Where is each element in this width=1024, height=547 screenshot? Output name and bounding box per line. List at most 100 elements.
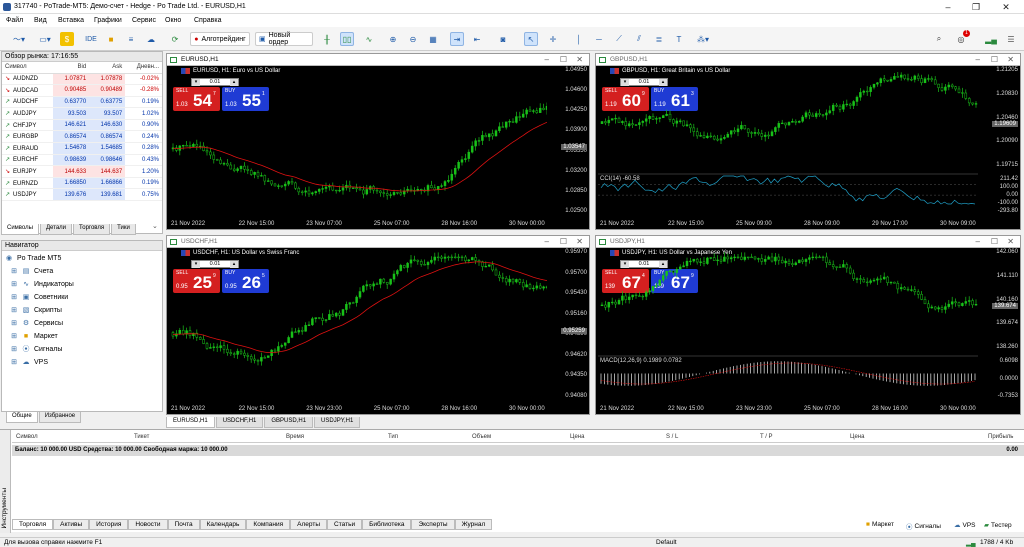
toolbox-tab[interactable]: Библиотека [362,519,412,530]
column-header[interactable]: Дневн... [125,62,162,74]
toolbox-tab[interactable]: Активы [53,519,90,530]
column-header[interactable]: Тип [388,434,398,440]
tester-link[interactable]: ▰ Тестер [984,521,1012,530]
column-header[interactable]: Bid [53,62,90,74]
toolbox-tab[interactable]: Календарь [199,519,247,530]
navigator-item-vps[interactable]: ⊞ ☁ VPS [10,358,48,367]
expand-icon[interactable]: ⊞ [10,319,18,327]
navigator-root[interactable]: ◉ Po Trade MT5 [5,254,61,263]
shopping-bag-icon[interactable]: ■ [104,32,118,46]
ide-button[interactable]: IDE [84,32,98,46]
text-tool-icon[interactable]: T [672,32,686,46]
market-watch-row[interactable]: ↗ CHFJPY 146.621 146.630 0.90% [2,119,162,132]
zoom-in-icon[interactable]: ⊕ [386,32,400,46]
balance-row[interactable]: Баланс: 10 000.00 USD Средства: 10 000.0… [12,445,1024,456]
toolbox-tab[interactable]: История [89,519,129,530]
tab-trading[interactable]: Торговля [73,224,111,235]
navigator-item-experts[interactable]: ⊞ ▣ Советники [10,293,68,302]
chart-tab-usdjpy[interactable]: USDJPY,H1 [314,417,361,428]
tab-favorites[interactable]: Избранное [38,412,82,423]
navigator-item-market[interactable]: ⊞ ■ Маркет [10,332,58,341]
tab-common[interactable]: Общие [6,412,38,423]
chart-tab-usdchf[interactable]: USDCHF,H1 [215,417,264,428]
close-icon[interactable]: ✕ [576,237,583,246]
chart-title-bar[interactable]: GBPUSD,H1 – ☐ ✕ [596,54,1020,66]
horizontal-line-icon[interactable]: ─ [592,32,606,46]
minimize-icon[interactable]: – [545,55,549,64]
minimize-icon[interactable]: – [976,237,980,246]
trendline-icon[interactable]: ⟋ [612,32,626,46]
expand-icon[interactable]: ⊞ [10,267,18,275]
menu-help[interactable]: Справка [194,17,221,24]
expand-icon[interactable]: ⊞ [10,332,18,340]
shapes-icon[interactable]: ⁂▾ [692,32,714,46]
column-header[interactable]: S / L [666,434,678,440]
column-header[interactable]: T / P [760,434,773,440]
market-link[interactable]: ■ Маркет [866,521,894,528]
market-watch-row[interactable]: ↘ AUDNZD 1.07871 1.07878 -0.02% [2,73,162,86]
market-watch-row[interactable]: ↗ USDJPY 139.676 139.681 0.75% [2,188,162,202]
candlestick-icon[interactable]: ▯▯ [340,32,354,46]
chart-window[interactable]: USDJPY,H1 – ☐ ✕ USDJPY, H1: US Dollar vs … [595,235,1021,415]
menu-insert[interactable]: Вставка [58,17,84,24]
navigator-item-accounts[interactable]: ⊞ ▤ Счета [10,267,53,276]
navigator-item-indicators[interactable]: ⊞ ∿ Индикаторы [10,280,74,289]
chart-tab-gbpusd[interactable]: GBPUSD,H1 [264,417,314,428]
fibonacci-icon[interactable]: ≣ [652,32,666,46]
market-watch-row[interactable]: ↗ EURNZD 1.66850 1.66866 0.19% [2,177,162,190]
maximize-icon[interactable]: ❐ [966,2,986,13]
refresh-icon[interactable]: ⟳ [168,32,182,46]
menu-window[interactable]: Окно [165,17,181,24]
expand-icon[interactable]: ⊞ [10,280,18,288]
vertical-line-icon[interactable]: │ [572,32,586,46]
chart-title-bar[interactable]: USDCHF,H1 – ☐ ✕ [167,236,589,248]
toolbox-tab[interactable]: Торговля [12,519,54,530]
toolbox-tab[interactable]: Алерты [290,519,328,530]
dollar-icon[interactable]: $ [60,32,74,46]
navigator-item-signals[interactable]: ⊞ ⦿ Сигналы [10,345,62,354]
menu-tools[interactable]: Сервис [132,17,156,24]
market-watch-row[interactable]: ↗ EURCHF 0.98639 0.98646 0.43% [2,154,162,167]
cursor-icon[interactable]: ↖ [524,32,538,46]
expand-icon[interactable]: ⊞ [10,293,18,301]
market-watch-row[interactable]: ↗ EURGBP 0.86574 0.86574 0.24% [2,130,162,144]
close-icon[interactable]: ✕ [576,55,583,64]
toolbox-tab[interactable]: Новости [128,519,168,530]
market-watch-row[interactable]: ↗ EURAUD 1.54678 1.54685 0.28% [2,142,162,155]
zoom-out-icon[interactable]: ⊖ [406,32,420,46]
maximize-icon[interactable]: ☐ [991,237,998,246]
bar-chart-icon[interactable]: ╫ [320,32,334,46]
chart-type-icon[interactable]: 〜▾ [8,32,30,46]
close-icon[interactable]: ✕ [1007,55,1014,64]
tab-ticks[interactable]: Тики [111,224,136,235]
chart-window[interactable]: USDCHF,H1 – ☐ ✕ USDCHF, H1: US Dollar vs … [166,235,590,415]
channel-icon[interactable]: ⫽ [632,32,646,46]
search-icon[interactable]: ⌕ [932,32,946,46]
signals-icon[interactable]: ≡ [124,32,138,46]
maximize-icon[interactable]: ☐ [560,55,567,64]
toolbox-tab[interactable]: Статьи [327,519,363,530]
expand-icon[interactable]: ⊞ [10,358,18,366]
toolbox-side-tab[interactable]: Инструменты [0,430,11,533]
line-chart-icon[interactable]: ∿ [362,32,376,46]
chart-window[interactable]: GBPUSD,H1 – ☐ ✕ GBPUSD, H1: Great Britain… [595,53,1021,230]
crosshair-icon[interactable]: ✛ [546,32,560,46]
column-header[interactable]: Прибыль [988,434,1013,440]
close-icon[interactable]: ✕ [996,2,1016,13]
column-header[interactable]: Время [286,434,304,440]
menu-charts[interactable]: Графики [94,17,122,24]
navigator-item-scripts[interactable]: ⊞ ▧ Скрипты [10,306,62,315]
minimize-icon[interactable]: – [938,2,958,12]
collapse-icon[interactable]: ⌄ [152,222,158,230]
column-header[interactable]: Цена [850,434,864,440]
timeframe-icon[interactable]: ▭▾ [34,32,56,46]
column-header[interactable]: Символ [16,434,38,440]
market-watch-row[interactable]: ↗ AUDCHF 0.63770 0.63775 0.19% [2,96,162,109]
notifications-icon[interactable]: ◎ 1 [954,30,970,46]
algo-trading-button[interactable]: ● Алготрейдинг [190,32,250,46]
autoscroll-icon[interactable]: ⇥ [450,32,464,46]
cloud-icon[interactable]: ☁ [144,32,158,46]
column-header[interactable]: Ask [89,62,126,74]
expand-icon[interactable]: ⊞ [10,345,18,353]
column-header[interactable]: Объем [472,434,491,440]
